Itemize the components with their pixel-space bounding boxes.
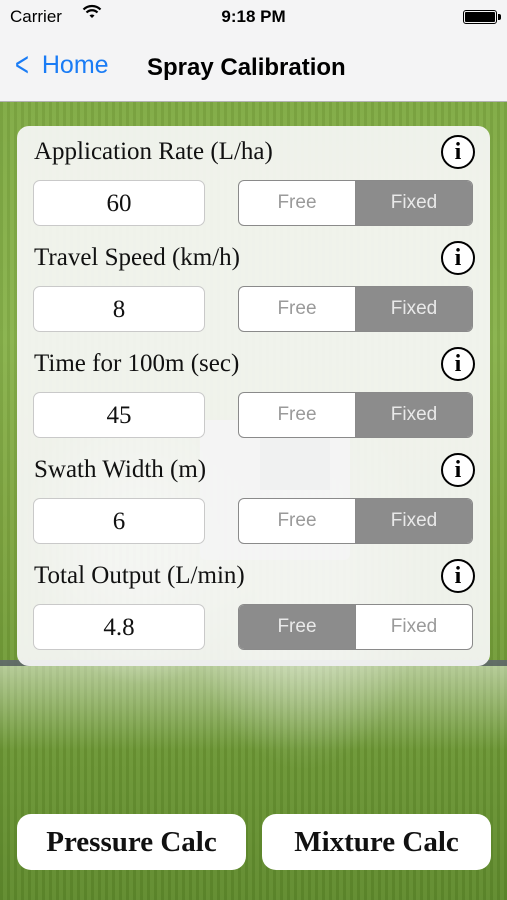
mixture-calc-button[interactable]: Mixture Calc xyxy=(262,814,491,870)
fixed-option[interactable]: Fixed xyxy=(355,181,472,225)
free-option[interactable]: Free xyxy=(239,499,355,543)
back-button[interactable]: < Home xyxy=(12,46,109,84)
free-option[interactable]: Free xyxy=(239,393,355,437)
fixed-option[interactable]: Fixed xyxy=(355,499,472,543)
application-rate-mode-toggle[interactable]: Free Fixed xyxy=(238,180,473,226)
time-for-100m-field[interactable]: 45 xyxy=(33,392,205,438)
info-icon[interactable]: i xyxy=(441,241,475,275)
status-time: 9:18 PM xyxy=(221,7,286,26)
total-output-mode-toggle[interactable]: Free Fixed xyxy=(238,604,473,650)
info-icon[interactable]: i xyxy=(441,559,475,593)
free-option[interactable]: Free xyxy=(239,287,355,331)
swath-width-field[interactable]: 6 xyxy=(33,498,205,544)
travel-speed-label: Travel Speed (km/h) xyxy=(34,244,240,271)
navigation-bar: < Home Spray Calibration xyxy=(0,34,507,102)
chevron-left-icon: < xyxy=(14,46,29,84)
status-bar: Carrier 9:18 PM xyxy=(0,0,507,34)
spray-mist-image xyxy=(0,660,507,750)
back-label: Home xyxy=(41,50,109,79)
battery-tip-icon xyxy=(498,14,501,20)
application-rate-field[interactable]: 60 xyxy=(33,180,205,226)
battery-icon xyxy=(463,10,497,24)
info-icon[interactable]: i xyxy=(441,135,475,169)
travel-speed-mode-toggle[interactable]: Free Fixed xyxy=(238,286,473,332)
page-title: Spray Calibration xyxy=(147,54,346,81)
info-icon[interactable]: i xyxy=(441,453,475,487)
travel-speed-field[interactable]: 8 xyxy=(33,286,205,332)
time-for-100m-label: Time for 100m (sec) xyxy=(34,350,240,377)
calibration-panel: Application Rate (L/ha) i 60 Free Fixed … xyxy=(17,126,490,666)
time-for-100m-mode-toggle[interactable]: Free Fixed xyxy=(238,392,473,438)
swath-width-label: Swath Width (m) xyxy=(34,456,207,483)
fixed-option[interactable]: Fixed xyxy=(355,393,472,437)
total-output-label: Total Output (L/min) xyxy=(34,562,245,589)
free-option[interactable]: Free xyxy=(239,605,355,649)
total-output-field[interactable]: 4.8 xyxy=(33,604,205,650)
swath-width-mode-toggle[interactable]: Free Fixed xyxy=(238,498,473,544)
fixed-option[interactable]: Fixed xyxy=(355,287,472,331)
fixed-option[interactable]: Fixed xyxy=(355,605,472,649)
application-rate-label: Application Rate (L/ha) xyxy=(34,138,273,165)
free-option[interactable]: Free xyxy=(239,181,355,225)
pressure-calc-button[interactable]: Pressure Calc xyxy=(17,814,246,870)
info-icon[interactable]: i xyxy=(441,347,475,381)
